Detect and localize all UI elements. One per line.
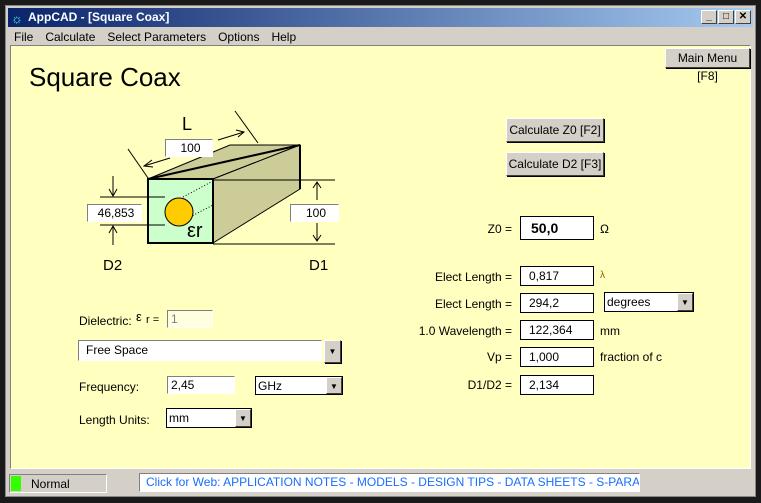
ratio-label: D1/D2 = (467, 378, 512, 392)
vp-unit: fraction of c (600, 350, 663, 364)
angle-unit-value: degrees (607, 295, 651, 309)
d2-input[interactable]: 46,853 (87, 204, 142, 222)
wavelength-unit: mm (600, 324, 620, 338)
d2-label: D2 (103, 257, 123, 274)
z0-label: Z0 = (487, 222, 512, 236)
dielectric-label: Dielectric: (79, 314, 132, 328)
elect-length-degrees-label: Elect Length = (434, 297, 512, 311)
er-diagram-label: εr (187, 220, 203, 242)
calculate-z0-button[interactable]: Calculate Z0 [F2] (506, 118, 604, 142)
elect-length-degrees: 294,2 (520, 293, 594, 313)
length-label: L (182, 114, 193, 134)
vp-label: Vp = (486, 350, 512, 364)
chevron-down-icon[interactable]: ▼ (235, 409, 251, 427)
status-mode-text: Normal (31, 477, 70, 491)
epsilon-symbol: ε (136, 309, 142, 324)
chevron-down-icon[interactable]: ▼ (326, 377, 342, 394)
length-input[interactable]: 100 (165, 139, 213, 157)
status-mode: Normal (9, 474, 107, 493)
d1-label: D1 (309, 257, 329, 274)
wavelength-label: 1.0 Wavelength = (418, 324, 512, 338)
vp-value: 1,000 (520, 347, 594, 367)
lambda-unit: λ (600, 270, 605, 281)
dielectric-material-dropdown[interactable]: Free Space (78, 340, 322, 361)
dielectric-dropdown-chevron-icon[interactable]: ▼ (324, 340, 341, 363)
ratio-value: 2,134 (520, 375, 594, 395)
dielectric-material-value: Free Space (86, 343, 149, 357)
frequency-unit-value: GHz (258, 379, 282, 393)
web-links-bar[interactable]: Click for Web: APPLICATION NOTES - MODEL… (139, 473, 640, 492)
length-units-dropdown[interactable]: mm ▼ (166, 408, 252, 428)
frequency-label: Frequency: (79, 380, 140, 394)
d1-input[interactable]: 100 (290, 204, 339, 222)
z0-value: 50,0 (520, 216, 594, 240)
chevron-down-icon[interactable]: ▼ (677, 293, 693, 311)
elect-length-wavelengths: 0,817 (520, 266, 594, 286)
er-suffix: r = (146, 314, 160, 326)
length-units-label: Length Units: (79, 413, 150, 427)
calculate-d2-button[interactable]: Calculate D2 [F3] (506, 152, 604, 176)
elect-length-label: Elect Length = (434, 270, 512, 284)
wavelength-value: 122,364 (520, 320, 594, 340)
er-input[interactable]: 1 (167, 310, 213, 328)
status-indicator (11, 476, 21, 491)
frequency-unit-dropdown[interactable]: GHz ▼ (255, 376, 343, 395)
frequency-input[interactable]: 2,45 (167, 376, 235, 394)
square-coax-diagram (100, 110, 335, 245)
length-units-value: mm (169, 411, 189, 425)
angle-unit-dropdown[interactable]: degrees ▼ (604, 292, 694, 312)
z0-unit: Ω (600, 222, 609, 236)
